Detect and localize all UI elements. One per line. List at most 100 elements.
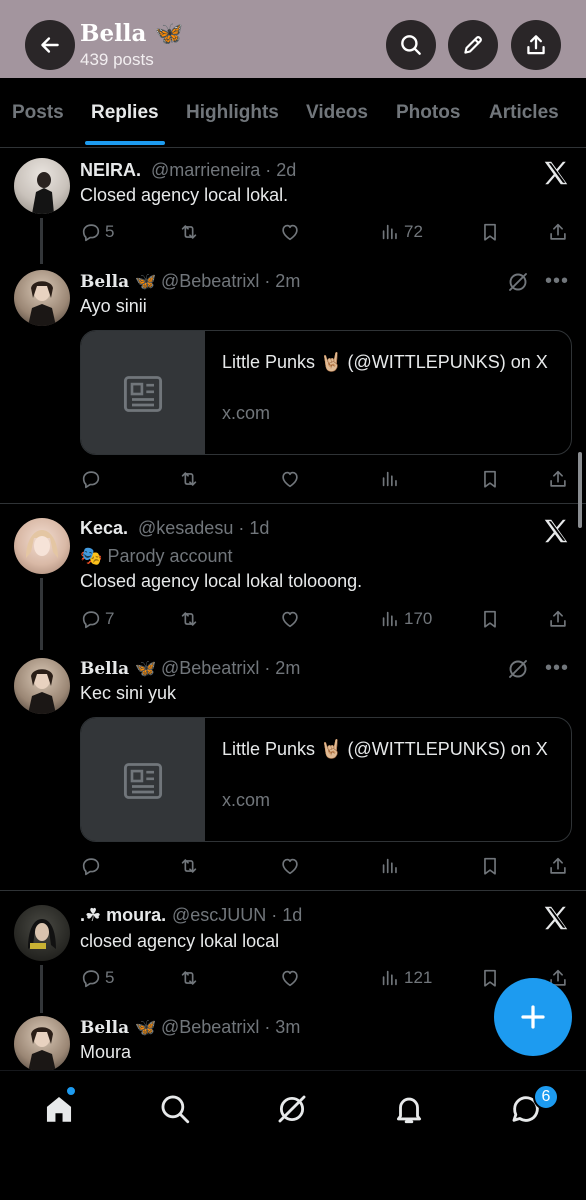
reply-button[interactable]: 7 [80, 607, 114, 631]
author-name[interactable]: Bella 🦋 [80, 659, 156, 679]
author-name[interactable]: NEIRA. [80, 160, 141, 181]
share-icon [547, 468, 569, 490]
author-handle[interactable]: @Bebeatrixl · 2m [161, 658, 300, 679]
grok-icon [278, 1095, 306, 1123]
avatar[interactable] [14, 270, 70, 326]
repost-button[interactable] [178, 854, 200, 878]
reply-button[interactable]: 5 [80, 220, 114, 244]
tab-articles[interactable]: Articles [489, 102, 559, 124]
more-icon[interactable]: ••• [545, 270, 569, 293]
repost-icon [178, 221, 200, 243]
reply-button[interactable]: 5 [80, 966, 114, 990]
bookmark-button[interactable] [479, 467, 501, 491]
bookmark-button[interactable] [479, 966, 501, 990]
views-button[interactable]: 170 [379, 607, 432, 631]
author-handle[interactable]: @Bebeatrixl · 3m [161, 1017, 300, 1038]
author-handle[interactable]: @Bebeatrixl · 2m [161, 271, 300, 292]
author-name[interactable]: Bella 🦋 [80, 272, 156, 292]
link-card[interactable]: Little Punks 🤘🏼 (@WITTLEPUNKS) on X x.co… [80, 330, 572, 455]
compose-button[interactable] [494, 978, 572, 1056]
edit-button[interactable] [448, 20, 498, 70]
avatar[interactable] [14, 1016, 70, 1072]
like-icon [279, 967, 301, 989]
views-button[interactable] [379, 467, 401, 491]
like-button[interactable] [279, 854, 301, 878]
post-actions: 7 170 [80, 607, 570, 631]
tab-photos[interactable]: Photos [396, 102, 460, 124]
avatar[interactable] [14, 158, 70, 214]
repost-button[interactable] [178, 966, 200, 990]
like-button[interactable] [279, 467, 301, 491]
like-icon [279, 468, 301, 490]
share-button[interactable] [511, 20, 561, 70]
like-icon [279, 221, 301, 243]
scrollbar[interactable] [578, 452, 582, 528]
edit-pencil-icon [464, 36, 482, 54]
article-icon [121, 759, 165, 803]
views-button[interactable]: 72 [379, 220, 423, 244]
author-handle[interactable]: @kesadesu · 1d [138, 518, 269, 539]
card-thumbnail [81, 331, 205, 454]
author-name[interactable]: Keca. [80, 518, 128, 539]
tab-replies[interactable]: Replies [91, 102, 159, 124]
views-icon [379, 967, 401, 989]
thread-line [40, 578, 43, 650]
tab-highlights[interactable]: Highlights [186, 102, 279, 124]
repost-icon [178, 967, 200, 989]
like-button[interactable] [279, 607, 301, 631]
grok-icon[interactable] [506, 657, 530, 681]
share-icon [547, 221, 569, 243]
share-icon [547, 608, 569, 630]
avatar[interactable] [14, 518, 70, 574]
profile-header: Bella 🦋 439 posts [0, 0, 586, 78]
repost-button[interactable] [178, 467, 200, 491]
avatar[interactable] [14, 658, 70, 714]
views-button[interactable] [379, 854, 401, 878]
article-icon [121, 372, 165, 416]
tab-posts[interactable]: Posts [12, 102, 64, 124]
author-name[interactable]: Bella 🦋 [80, 1018, 156, 1038]
grok-icon[interactable] [506, 270, 530, 294]
reply-button[interactable] [80, 467, 102, 491]
repost-button[interactable] [178, 220, 200, 244]
like-icon [279, 608, 301, 630]
author-handle[interactable]: @marrieneira · 2d [151, 160, 296, 181]
reply-count: 5 [105, 222, 115, 241]
views-count: 170 [404, 609, 433, 628]
author-handle[interactable]: @escJUUN · 1d [172, 905, 302, 926]
tab-videos[interactable]: Videos [306, 102, 368, 124]
repost-button[interactable] [178, 607, 200, 631]
search-button[interactable] [386, 20, 436, 70]
share-post-button[interactable] [547, 854, 569, 878]
views-icon [379, 468, 401, 490]
bookmark-button[interactable] [479, 854, 501, 878]
reply-count: 5 [105, 968, 115, 987]
thread-line [40, 218, 43, 264]
share-post-button[interactable] [547, 467, 569, 491]
nav-search[interactable] [155, 1089, 195, 1129]
nav-notifications[interactable] [389, 1089, 429, 1129]
back-arrow-icon [41, 37, 59, 53]
bookmark-button[interactable] [479, 607, 501, 631]
views-button[interactable]: 121 [379, 966, 432, 990]
nav-grok[interactable] [272, 1089, 312, 1129]
like-button[interactable] [279, 220, 301, 244]
bookmark-button[interactable] [479, 220, 501, 244]
avatar[interactable] [14, 905, 70, 961]
reply-icon [80, 221, 102, 243]
parody-mask-icon: 🎭 [80, 546, 103, 566]
share-post-button[interactable] [547, 220, 569, 244]
link-card[interactable]: Little Punks 🤘🏼 (@WITTLEPUNKS) on X x.co… [80, 717, 572, 842]
repost-icon [178, 468, 200, 490]
like-icon [279, 855, 301, 877]
profile-name: Bella 🦋 [80, 20, 184, 47]
bottom-navigation: 6 [0, 1070, 586, 1200]
reply-button[interactable] [80, 854, 102, 878]
more-icon[interactable]: ••• [545, 657, 569, 680]
author-name[interactable]: .☘︎ moura. [80, 905, 166, 926]
like-button[interactable] [279, 966, 301, 990]
reply-icon [80, 855, 102, 877]
plus-icon [521, 1005, 545, 1029]
back-button[interactable] [25, 20, 75, 70]
share-post-button[interactable] [547, 607, 569, 631]
